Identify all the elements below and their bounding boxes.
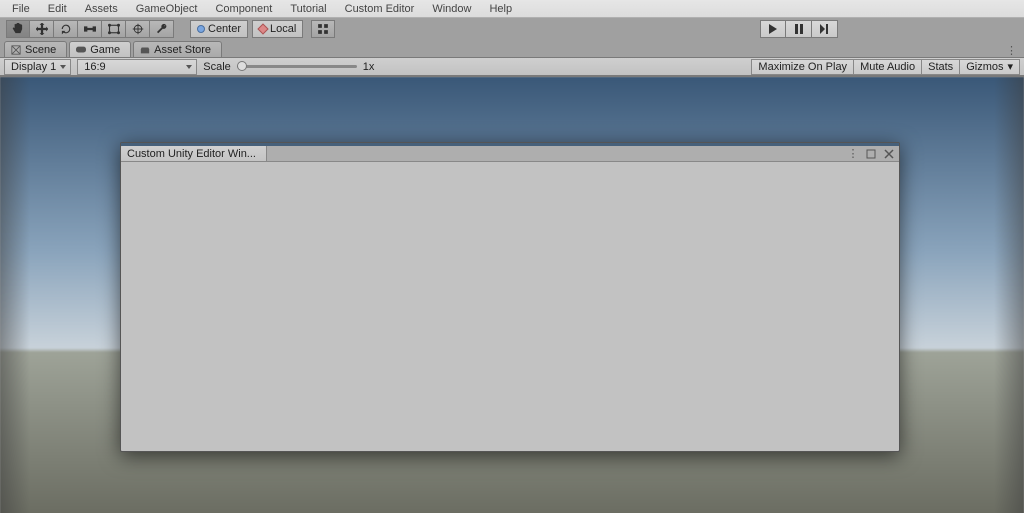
scale-tool-button[interactable] xyxy=(78,20,102,38)
floating-editor-window[interactable]: Custom Unity Editor Win... ⋮ xyxy=(120,142,900,452)
chevron-down-icon: ▾ xyxy=(1007,60,1013,73)
space-mode-button[interactable]: Local xyxy=(252,20,303,38)
play-icon xyxy=(768,24,778,34)
tab-scene-label: Scene xyxy=(25,44,56,56)
window-controls: ⋮ xyxy=(847,146,899,162)
display-label: Display 1 xyxy=(11,61,56,73)
menu-custom-editor[interactable]: Custom Editor xyxy=(337,1,423,17)
transform-icon xyxy=(132,23,144,35)
window-options-button[interactable]: ⋮ xyxy=(847,148,859,160)
view-tab-bar: Scene Game Asset Store ⋮ xyxy=(0,40,1024,58)
scale-slider-knob[interactable] xyxy=(237,61,247,71)
rect-tool-button[interactable] xyxy=(102,20,126,38)
local-icon xyxy=(257,23,268,34)
rect-icon xyxy=(108,23,120,35)
window-body xyxy=(123,163,897,449)
rotate-icon xyxy=(60,23,72,35)
asset-store-icon xyxy=(140,45,150,55)
move-tool-button[interactable] xyxy=(30,20,54,38)
grid-icon xyxy=(317,23,329,35)
close-icon xyxy=(884,149,894,159)
transform-tool-group xyxy=(6,20,174,38)
window-maximize-button[interactable] xyxy=(865,148,877,160)
mute-label: Mute Audio xyxy=(860,61,915,73)
menu-gameobject[interactable]: GameObject xyxy=(128,1,206,17)
menu-component[interactable]: Component xyxy=(207,1,280,17)
pause-icon xyxy=(794,24,804,34)
tab-asset-store[interactable]: Asset Store xyxy=(133,41,222,57)
stats-button[interactable]: Stats xyxy=(922,59,960,75)
snap-button[interactable] xyxy=(311,20,335,38)
menu-help[interactable]: Help xyxy=(481,1,520,17)
play-button[interactable] xyxy=(760,20,786,38)
window-title-spacer xyxy=(267,146,847,162)
game-icon xyxy=(76,45,86,55)
maximize-label: Maximize On Play xyxy=(758,61,847,73)
window-close-button[interactable] xyxy=(883,148,895,160)
menu-window[interactable]: Window xyxy=(424,1,479,17)
space-mode-label: Local xyxy=(270,23,296,35)
gizmos-button[interactable]: Gizmos ▾ xyxy=(960,59,1020,75)
scene-icon xyxy=(11,45,21,55)
game-viewport: Custom Unity Editor Win... ⋮ xyxy=(0,77,1024,513)
tab-game[interactable]: Game xyxy=(69,41,131,57)
scale-slider[interactable] xyxy=(237,65,357,68)
menu-file[interactable]: File xyxy=(4,1,38,17)
mute-audio-button[interactable]: Mute Audio xyxy=(854,59,922,75)
maximize-icon xyxy=(866,149,876,159)
window-accent-bar xyxy=(121,143,899,146)
step-icon xyxy=(820,24,830,34)
menu-bar: File Edit Assets GameObject Component Tu… xyxy=(0,0,1024,18)
tab-options-button[interactable]: ⋮ xyxy=(1006,44,1018,57)
menu-tutorial[interactable]: Tutorial xyxy=(282,1,334,17)
scale-label: Scale xyxy=(203,61,231,73)
pivot-mode-button[interactable]: Center xyxy=(190,20,248,38)
tab-asset-store-label: Asset Store xyxy=(154,44,211,56)
menu-assets[interactable]: Assets xyxy=(77,1,126,17)
transform-tool-button[interactable] xyxy=(126,20,150,38)
tab-game-label: Game xyxy=(90,44,120,56)
step-button[interactable] xyxy=(812,20,838,38)
menu-edit[interactable]: Edit xyxy=(40,1,75,17)
window-title-bar[interactable]: Custom Unity Editor Win... ⋮ xyxy=(121,146,899,162)
game-view-right-buttons: Maximize On Play Mute Audio Stats Gizmos… xyxy=(751,59,1020,75)
hand-tool-button[interactable] xyxy=(6,20,30,38)
move-icon xyxy=(36,23,48,35)
tab-scene[interactable]: Scene xyxy=(4,41,67,57)
wrench-icon xyxy=(156,23,168,35)
custom-tool-button[interactable] xyxy=(150,20,174,38)
pivot-mode-label: Center xyxy=(208,23,241,35)
scale-icon xyxy=(84,23,96,35)
game-view-toolbar: Display 1 16:9 Scale 1x Maximize On Play… xyxy=(0,58,1024,76)
stats-label: Stats xyxy=(928,61,953,73)
hand-icon xyxy=(12,23,24,35)
display-dropdown[interactable]: Display 1 xyxy=(4,59,71,75)
aspect-dropdown[interactable]: 16:9 xyxy=(77,59,197,75)
pause-button[interactable] xyxy=(786,20,812,38)
window-title: Custom Unity Editor Win... xyxy=(127,148,256,160)
window-title-tab[interactable]: Custom Unity Editor Win... xyxy=(121,146,267,162)
toolbar-area: Center Local Scene Game Asset Store ⋮ Di… xyxy=(0,18,1024,77)
scale-value: 1x xyxy=(363,61,375,73)
rotate-tool-button[interactable] xyxy=(54,20,78,38)
play-controls xyxy=(760,20,838,38)
gizmos-label: Gizmos xyxy=(966,61,1003,73)
center-icon xyxy=(197,25,205,33)
main-toolbar: Center Local xyxy=(0,18,1024,40)
maximize-on-play-button[interactable]: Maximize On Play xyxy=(751,59,854,75)
aspect-label: 16:9 xyxy=(84,61,105,73)
